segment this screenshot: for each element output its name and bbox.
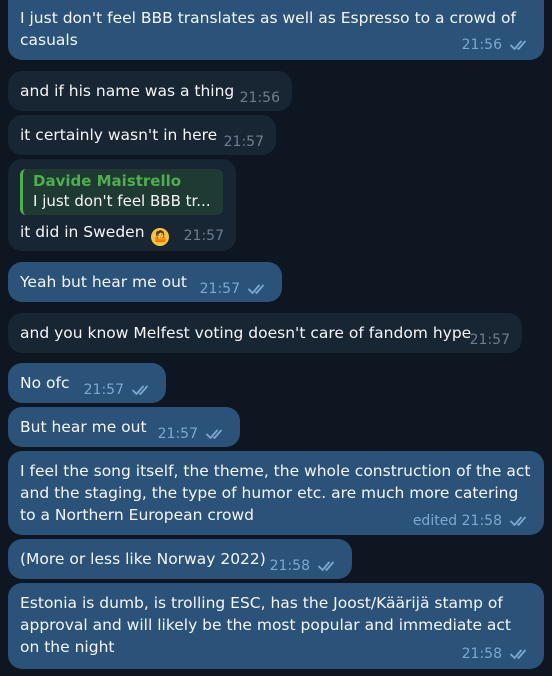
message-time: 21:58	[461, 646, 502, 662]
message-text: it certainly wasn't in here	[20, 126, 218, 144]
message-bubble[interactable]: (More or less like Norway 2022) 21:58	[8, 539, 352, 579]
message-text: Estonia is dumb, is trolling ESC, has th…	[20, 594, 512, 656]
message-time: 21:57	[83, 382, 124, 398]
read-checkmarks-icon	[206, 428, 228, 440]
message-bubble[interactable]: and if his name was a thing 21:56	[8, 71, 292, 111]
message-text: it did in Sweden	[20, 223, 145, 241]
message-time: 21:57	[199, 281, 240, 297]
message-bubble[interactable]: Davide Maistrello I just don't feel BBB …	[8, 159, 236, 251]
message-bubble[interactable]: I just don't feel BBB translates as well…	[8, 0, 544, 60]
message-time: 21:56	[461, 37, 502, 53]
message-bubble[interactable]: Yeah but hear me out 21:57	[8, 262, 282, 302]
read-checkmarks-icon	[510, 515, 532, 527]
message-time: edited 21:58	[412, 513, 502, 529]
shrug-emoji-icon: 🤷	[151, 228, 170, 246]
read-checkmarks-icon	[510, 648, 532, 660]
read-checkmarks-icon	[318, 560, 340, 572]
read-checkmarks-icon	[132, 384, 154, 396]
message-time: 21:56	[239, 90, 280, 106]
message-time: 21:57	[223, 134, 264, 150]
message-text: But hear me out	[20, 418, 147, 436]
message-text: (More or less like Norway 2022)	[20, 550, 266, 568]
message-text: and you know Melfest voting doesn't care…	[20, 324, 472, 342]
message-bubble[interactable]: Estonia is dumb, is trolling ESC, has th…	[8, 583, 544, 669]
message-bubble[interactable]: and you know Melfest voting doesn't care…	[8, 313, 522, 353]
message-text: and if his name was a thing	[20, 82, 235, 100]
message-time: 21:57	[183, 228, 224, 244]
message-text: Yeah but hear me out	[20, 273, 187, 291]
reply-quote[interactable]: Davide Maistrello I just don't feel BBB …	[20, 169, 223, 215]
message-bubble[interactable]: But hear me out 21:57	[8, 407, 240, 447]
read-checkmarks-icon	[510, 39, 532, 51]
message-bubble[interactable]: it certainly wasn't in here 21:57	[8, 115, 276, 155]
reply-author: Davide Maistrello	[33, 172, 182, 190]
message-time: 21:58	[269, 558, 310, 574]
message-bubble[interactable]: I feel the song itself, the theme, the w…	[8, 451, 544, 535]
message-time: 21:57	[157, 426, 198, 442]
message-text: I just don't feel BBB translates as well…	[20, 9, 516, 49]
message-text: No ofc	[20, 374, 70, 392]
message-time: 21:57	[469, 332, 510, 348]
message-bubble[interactable]: No ofc 21:57	[8, 363, 166, 403]
reply-preview: I just don't feel BBB tr...	[33, 192, 211, 210]
read-checkmarks-icon	[248, 283, 270, 295]
